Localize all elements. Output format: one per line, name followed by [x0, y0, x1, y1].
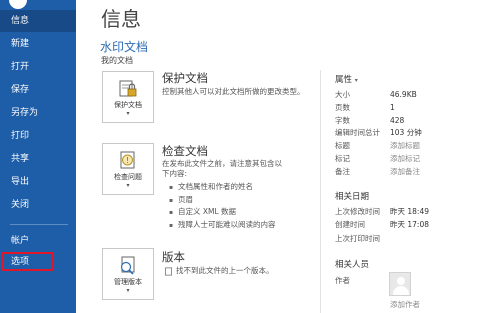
property-row: 标题 添加标题 — [335, 140, 485, 152]
date-key: 创建时间 — [335, 220, 365, 229]
add-author-row: 添加作者 — [390, 299, 450, 311]
add-title-field[interactable]: 添加标题 — [390, 140, 420, 152]
property-row: 页数 1 — [335, 102, 485, 114]
nav-item-save[interactable]: 保存 — [0, 79, 76, 101]
date-key: 上次打印时间 — [335, 234, 380, 243]
properties-heading[interactable]: 属性 ▾ — [335, 73, 358, 85]
nav-item-new[interactable]: 新建 — [0, 33, 76, 55]
property-value: 428 — [390, 116, 405, 125]
author-label: 作者 — [335, 276, 350, 285]
property-key: 大小 — [335, 90, 350, 99]
date-value: 昨天 18:49 — [390, 207, 429, 216]
date-value: 昨天 17:08 — [390, 220, 429, 229]
property-row: 大小 46.9KB — [335, 89, 485, 101]
manage-versions-button[interactable]: 管理版本 ▾ — [102, 248, 154, 300]
date-row: 上次打印时间 — [335, 233, 485, 245]
property-key: 标题 — [335, 141, 350, 150]
document-title: 水印文档 — [100, 40, 149, 54]
page-title: 信息 — [101, 7, 141, 31]
nav-item-info[interactable]: 信息 — [0, 10, 76, 32]
chevron-down-icon: ▾ — [126, 110, 130, 117]
versions-description: 找不到此文件的上一个版本。 — [176, 266, 274, 275]
nav-item-export[interactable]: 导出 — [0, 171, 76, 193]
property-key: 编辑时间总计 — [335, 128, 380, 137]
chevron-down-icon: ▾ — [354, 77, 358, 84]
check-issues-button-label: 检查问题 — [114, 173, 142, 181]
avatar — [389, 272, 411, 296]
property-row: 编辑时间总计 103 分钟 — [335, 127, 485, 139]
inspect-document-icon: ! — [120, 151, 135, 169]
property-value: 46.9KB — [390, 90, 417, 99]
property-value: 103 分钟 — [390, 128, 422, 137]
related-people-heading: 相关人员 — [335, 260, 370, 270]
property-value: 1 — [390, 103, 395, 112]
properties-heading-label: 属性 — [335, 75, 353, 85]
protect-lock-icon — [119, 80, 137, 97]
protect-description: 控制其他人可以对此文档所做的更改类型。 — [162, 87, 305, 96]
list-item: 页眉 — [169, 194, 276, 207]
chevron-down-icon: ▾ — [126, 287, 130, 294]
property-key: 页数 — [335, 103, 350, 112]
list-item: 文档属性和作者的姓名 — [169, 181, 276, 194]
nav-item-save-as[interactable]: 另存为 — [0, 102, 76, 124]
versions-doc-icon — [164, 267, 173, 276]
list-item: 残障人士可能难以阅读的内容 — [169, 219, 276, 232]
document-path[interactable]: 我的文档 — [101, 55, 133, 66]
manage-versions-icon — [120, 256, 135, 275]
protect-document-button[interactable]: 保护文档 ▾ — [102, 71, 154, 123]
related-dates-heading: 相关日期 — [335, 192, 370, 202]
nav-item-share[interactable]: 共享 — [0, 148, 76, 170]
property-row: 备注 添加备注 — [335, 166, 485, 178]
check-issues-button[interactable]: ! 检查问题 ▾ — [102, 143, 154, 195]
protect-title: 保护文档 — [162, 71, 208, 85]
property-row: 标记 添加标记 — [335, 153, 485, 165]
manage-versions-button-label: 管理版本 — [114, 278, 142, 286]
date-row: 上次修改时间 昨天 18:49 — [335, 206, 485, 218]
property-row: 字数 428 — [335, 115, 485, 127]
list-item: 自定义 XML 数据 — [169, 206, 276, 219]
date-key: 上次修改时间 — [335, 207, 380, 216]
property-key: 标记 — [335, 154, 350, 163]
nav-item-open[interactable]: 打开 — [0, 56, 76, 78]
options-highlight-box — [2, 252, 53, 271]
inspect-description-line1: 在发布此文件之前，请注意其包含以 — [162, 159, 282, 168]
property-key: 字数 — [335, 116, 350, 125]
backstage-sidebar: 信息 新建 打开 保存 另存为 打印 共享 导出 关闭 帐户 选项 — [0, 0, 76, 313]
nav-item-account[interactable]: 帐户 — [0, 230, 76, 252]
versions-title: 版本 — [162, 250, 185, 264]
nav-item-close[interactable]: 关闭 — [0, 194, 76, 216]
add-author-link[interactable]: 添加作者 — [390, 299, 420, 311]
nav-item-print[interactable]: 打印 — [0, 125, 76, 147]
property-key: 备注 — [335, 167, 350, 176]
inspect-bullet-list: 文档属性和作者的姓名 页眉 自定义 XML 数据 残障人士可能难以阅读的内容 — [169, 181, 276, 231]
protect-button-label: 保护文档 — [114, 101, 142, 109]
add-tag-field[interactable]: 添加标记 — [390, 153, 420, 165]
date-row: 创建时间 昨天 17:08 — [335, 219, 485, 231]
nav-divider — [10, 224, 68, 225]
panel-divider — [320, 70, 321, 313]
back-arrow-icon[interactable] — [9, 0, 27, 9]
inspect-description-line2: 下内容: — [162, 169, 188, 178]
svg-text:!: ! — [126, 156, 129, 165]
inspect-title: 检查文档 — [162, 144, 208, 158]
add-comment-field[interactable]: 添加备注 — [390, 166, 420, 178]
chevron-down-icon: ▾ — [126, 182, 130, 189]
